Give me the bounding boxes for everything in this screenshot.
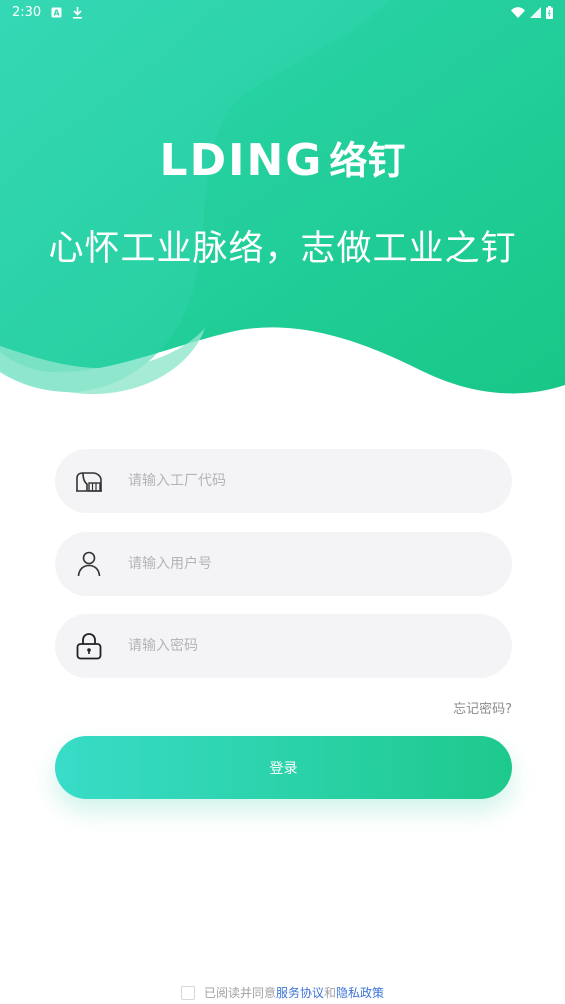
factory-icon [74,466,104,496]
username-input[interactable] [128,544,468,584]
forgot-password-link[interactable]: 忘记密码? [453,698,512,717]
agreement-prefix: 已阅读并同意 [203,986,276,1000]
agreement-checkbox[interactable] [180,985,195,1000]
signal-icon [530,6,541,18]
slogan: 心怀工业脉络，志做工业之钉 [48,229,517,269]
battery-icon [546,5,553,19]
header-wave-background [0,0,565,400]
login-button[interactable]: 登录 [55,736,512,799]
download-icon [72,6,83,19]
brand-logo: LDING 络钉 [0,136,565,186]
notification-a-icon: A [51,7,62,18]
status-bar: 2:30 A [0,0,565,24]
factory-code-field [55,449,512,513]
service-agreement-link[interactable]: 服务协议 [276,984,324,1001]
user-icon [74,549,104,579]
privacy-policy-link[interactable]: 隐私政策 [336,984,384,1001]
login-screen: 2:30 A LDING 络钉 心怀工业脉络，志做工业之钉 请输入工厂代码 请输… [0,0,565,1004]
agreement-conjunction: 和 [324,986,337,1000]
username-field [55,532,512,596]
agreement-row: 已阅读并同意 服务协议 和 隐私政策 [0,984,565,1001]
factory-code-input[interactable] [128,461,468,501]
password-field [55,614,512,678]
wifi-icon [511,6,525,18]
logo-chinese-text: 络钉 [329,139,406,183]
svg-text:A: A [54,8,61,17]
password-input[interactable] [128,626,468,666]
status-time: 2:30 [12,4,42,20]
logo-latin-text: LDING [159,135,324,186]
lock-icon [74,631,104,661]
